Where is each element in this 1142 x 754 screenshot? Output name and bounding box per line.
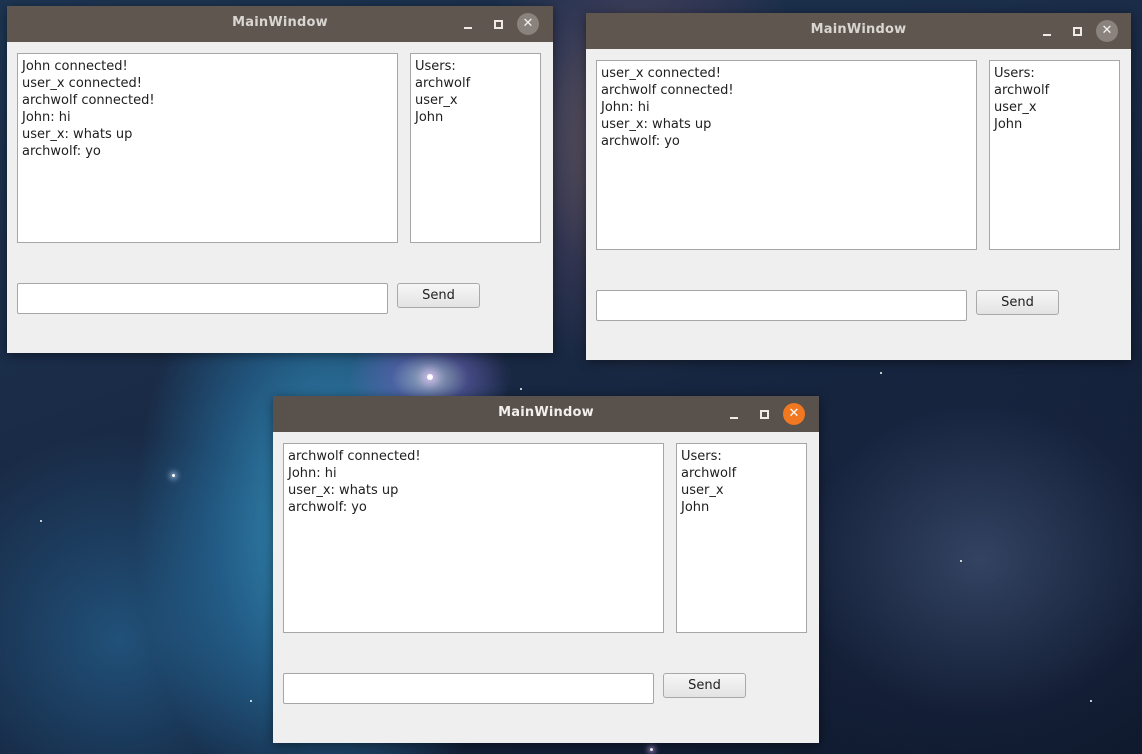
close-icon[interactable]: ✕ <box>517 13 539 35</box>
message-input[interactable] <box>17 283 388 314</box>
user-item: user_x <box>415 93 458 108</box>
users-header: Users: <box>681 449 722 464</box>
chat-window-2: MainWindow ✕ user_x connected! archwolf … <box>586 13 1131 360</box>
user-item: archwolf <box>681 466 737 481</box>
send-button[interactable]: Send <box>397 283 480 308</box>
star <box>880 372 882 374</box>
titlebar[interactable]: MainWindow ✕ <box>586 13 1131 49</box>
star <box>650 748 653 751</box>
maximize-icon[interactable] <box>1066 20 1088 42</box>
message-input[interactable] <box>283 673 654 704</box>
chat-line: archwolf: yo <box>22 144 101 159</box>
star <box>40 520 42 522</box>
user-item: John <box>994 117 1023 132</box>
minimize-icon[interactable] <box>457 13 479 35</box>
user-item: archwolf <box>994 83 1050 98</box>
chat-window-1: MainWindow ✕ John connected! user_x conn… <box>7 6 553 353</box>
chat-line: user_x connected! <box>22 76 142 91</box>
titlebar[interactable]: MainWindow ✕ <box>7 6 553 42</box>
chat-line: archwolf connected! <box>601 83 734 98</box>
chat-line: archwolf connected! <box>288 449 421 464</box>
maximize-icon[interactable] <box>753 403 775 425</box>
chat-log[interactable]: user_x connected! archwolf connected! Jo… <box>596 60 977 250</box>
star <box>172 474 175 477</box>
minimize-icon[interactable] <box>1036 20 1058 42</box>
chat-line: user_x: whats up <box>22 127 133 142</box>
chat-log[interactable]: John connected! user_x connected! archwo… <box>17 53 398 243</box>
chat-line: archwolf: yo <box>288 500 367 515</box>
star <box>250 700 252 702</box>
users-list[interactable]: Users: archwolf user_x John <box>676 443 807 633</box>
close-icon[interactable]: ✕ <box>1096 20 1118 42</box>
titlebar[interactable]: MainWindow ✕ <box>273 396 819 432</box>
star <box>520 388 522 390</box>
users-header: Users: <box>994 66 1035 81</box>
send-button[interactable]: Send <box>663 673 746 698</box>
users-list[interactable]: Users: archwolf user_x John <box>410 53 541 243</box>
user-item: archwolf <box>415 76 471 91</box>
chat-line: John connected! <box>22 59 128 74</box>
send-button[interactable]: Send <box>976 290 1059 315</box>
user-item: user_x <box>681 483 724 498</box>
chat-line: user_x: whats up <box>288 483 399 498</box>
star <box>427 374 433 380</box>
chat-line: John: hi <box>288 466 337 481</box>
maximize-icon[interactable] <box>487 13 509 35</box>
users-list[interactable]: Users: archwolf user_x John <box>989 60 1120 250</box>
user-item: John <box>415 110 444 125</box>
chat-line: John: hi <box>601 100 650 115</box>
chat-line: user_x connected! <box>601 66 721 81</box>
minimize-icon[interactable] <box>723 403 745 425</box>
chat-line: user_x: whats up <box>601 117 712 132</box>
chat-line: archwolf: yo <box>601 134 680 149</box>
close-icon[interactable]: ✕ <box>783 403 805 425</box>
user-item: John <box>681 500 710 515</box>
chat-line: archwolf connected! <box>22 93 155 108</box>
chat-log[interactable]: archwolf connected! John: hi user_x: wha… <box>283 443 664 633</box>
message-input[interactable] <box>596 290 967 321</box>
user-item: user_x <box>994 100 1037 115</box>
chat-line: John: hi <box>22 110 71 125</box>
users-header: Users: <box>415 59 456 74</box>
chat-window-3: MainWindow ✕ archwolf connected! John: h… <box>273 396 819 743</box>
star <box>1090 700 1092 702</box>
star <box>960 560 962 562</box>
